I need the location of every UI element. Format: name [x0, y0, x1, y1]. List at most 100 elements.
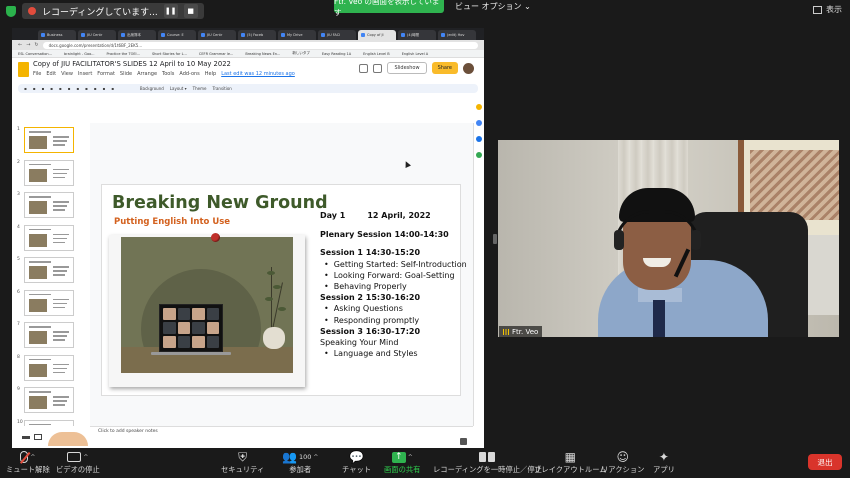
shape-icon[interactable]: ▪ [94, 86, 97, 91]
slide-thumbnail[interactable] [24, 354, 74, 381]
doc-title[interactable]: Copy of JIU FACILITATOR'S SLIDES 12 Apri… [33, 60, 295, 68]
filmstrip-slide[interactable]: 2 [12, 159, 88, 186]
menu-item[interactable]: Help [205, 71, 216, 77]
text-box-icon[interactable]: ▪ [76, 86, 79, 91]
participants-button[interactable]: 👥 100 ^ 参加者 [282, 450, 318, 478]
menu-item[interactable]: Add-ons [179, 71, 199, 77]
bookmark-item[interactable]: Short Stories for L... [152, 52, 187, 56]
pause-recording-button[interactable]: ❚❚ [163, 4, 178, 18]
toolbar-theme-button[interactable]: Theme [193, 86, 207, 91]
browser-tab[interactable]: Business [38, 30, 76, 40]
filmstrip-slide[interactable]: 7 [12, 322, 88, 348]
last-edit-link[interactable]: Last edit was 12 minutes ago [221, 71, 295, 77]
browser-tab[interactable]: My Drive [278, 30, 316, 40]
menu-item[interactable]: Slide [120, 71, 132, 77]
stop-video-button[interactable]: ^ ビデオの停止 [56, 450, 100, 478]
filmstrip-slide[interactable]: 3 [12, 192, 88, 218]
stop-recording-button[interactable]: ■ [183, 4, 198, 18]
browser-tab[interactable]: Copy of JI [358, 30, 396, 40]
tasks-icon[interactable] [476, 120, 482, 126]
contacts-icon[interactable] [476, 136, 482, 142]
meet-icon[interactable] [373, 63, 383, 73]
comment-icon[interactable]: ▪ [111, 86, 114, 91]
menu-item[interactable]: Edit [46, 71, 56, 77]
comments-icon[interactable] [359, 63, 369, 73]
menu-item[interactable]: File [33, 71, 41, 77]
chat-button[interactable]: 💬 チャット [342, 450, 371, 478]
filmstrip-slide[interactable]: 4 [12, 224, 88, 251]
maps-icon[interactable] [476, 152, 482, 158]
zoom-icon[interactable]: ▪ [59, 86, 62, 91]
forward-arrow-icon[interactable]: → [26, 42, 30, 48]
filmstrip-slide[interactable]: 5 [12, 257, 88, 283]
menu-item[interactable]: Format [97, 71, 115, 77]
bookmark-item[interactable]: English Level A [402, 52, 429, 56]
pause-stop-recording-button[interactable]: レコーディングを一時停止／停止 [433, 450, 542, 478]
current-slide[interactable]: Breaking New Ground Putting English Into… [102, 185, 467, 395]
slideshow-button[interactable]: Slideshow [387, 62, 427, 74]
reload-icon[interactable]: ↻ [34, 42, 38, 48]
select-icon[interactable]: ▪ [68, 86, 71, 91]
image-icon[interactable]: ▪ [85, 86, 88, 91]
slide-thumbnail[interactable] [24, 257, 74, 283]
toolbar-layout-button[interactable]: Layout ▾ [170, 86, 187, 91]
bookmark-item[interactable]: Breaking News En... [245, 52, 280, 56]
explore-icon[interactable] [460, 438, 467, 445]
slide-thumbnail[interactable] [24, 289, 74, 316]
browser-tab[interactable]: (edit) Hov [438, 30, 476, 40]
menu-item[interactable]: Arrange [137, 71, 157, 77]
slide-thumbnail[interactable] [24, 387, 74, 413]
slide-thumbnail[interactable] [24, 192, 74, 218]
redo-icon[interactable]: ▪ [33, 86, 36, 91]
bookmark-item[interactable]: Easy Reading 1A [322, 52, 351, 56]
print-icon[interactable]: ▪ [41, 86, 44, 91]
browser-tab[interactable]: JIU Centr [198, 30, 236, 40]
list-view-icon[interactable] [22, 436, 30, 439]
bookmark-item[interactable]: 新しいタブ [292, 51, 310, 56]
share-screen-button[interactable]: ↑ ^ 画面の共有 [384, 450, 420, 478]
slide-thumbnail[interactable] [24, 127, 74, 153]
paint-format-icon[interactable]: ▪ [50, 86, 53, 91]
slide-thumbnail[interactable] [24, 224, 74, 251]
display-button[interactable]: 表示 [813, 4, 842, 15]
browser-tab[interactable]: (5) Faceb [238, 30, 276, 40]
account-avatar[interactable] [463, 62, 474, 74]
unmute-button[interactable]: ^ ミュート解除 [6, 450, 50, 478]
grid-view-icon[interactable] [34, 434, 42, 440]
filmstrip-slide[interactable]: 9 [12, 387, 88, 413]
slide-thumbnail[interactable] [24, 322, 74, 348]
filmstrip-slide[interactable]: 6 [12, 289, 88, 316]
reactions-button[interactable]: ☺ リアクション [601, 450, 644, 478]
back-arrow-icon[interactable]: ← [18, 42, 22, 48]
bookmark-item[interactable]: ESL Conversation... [18, 52, 52, 56]
undo-icon[interactable]: ▪ [24, 86, 27, 91]
slide-thumbnail[interactable] [24, 159, 74, 186]
speaker-notes[interactable]: Click to add speaker notes [90, 426, 473, 448]
keep-icon[interactable] [476, 104, 482, 110]
apps-button[interactable]: ✦ アプリ [653, 450, 675, 478]
filmstrip-slide[interactable]: 8 [12, 354, 88, 381]
share-button[interactable]: Share [431, 62, 458, 74]
toolbar-background-button[interactable]: Background [140, 86, 164, 91]
bookmark-item[interactable]: CEFR Grammar le... [199, 52, 234, 56]
bookmark-item[interactable]: English Level B [363, 52, 390, 56]
leave-button[interactable]: 退出 [808, 454, 842, 470]
bookmark-item[interactable]: Practice the TOEI... [107, 52, 140, 56]
participant-video[interactable] [498, 140, 839, 337]
browser-tab[interactable]: Course: E [158, 30, 196, 40]
browser-tab[interactable]: JIU Centr [78, 30, 116, 40]
browser-tab[interactable]: 出席簿本 [118, 30, 156, 40]
split-view-handle[interactable] [493, 234, 497, 244]
browser-tab[interactable]: JIU FACI [318, 30, 356, 40]
security-button[interactable]: ⛨ セキュリティ [221, 450, 264, 478]
browser-tab[interactable]: (4)時間 [398, 30, 436, 40]
menu-item[interactable]: Insert [78, 71, 92, 77]
view-options-menu[interactable]: ビュー オプション ⌄ [455, 1, 531, 12]
menu-item[interactable]: Tools [162, 71, 174, 77]
filmstrip-slide[interactable]: 1 [12, 127, 88, 153]
slides-logo-icon[interactable] [18, 62, 29, 77]
url-field[interactable]: docs.google.com/presentation/d/1t6BF_2EK… [42, 41, 478, 49]
toolbar-transition-button[interactable]: Transition [212, 86, 231, 91]
breakout-rooms-button[interactable]: ▦ ブレイクアウトルーム [534, 450, 607, 478]
bookmark-item[interactable]: brainlight - Goo... [64, 52, 95, 56]
